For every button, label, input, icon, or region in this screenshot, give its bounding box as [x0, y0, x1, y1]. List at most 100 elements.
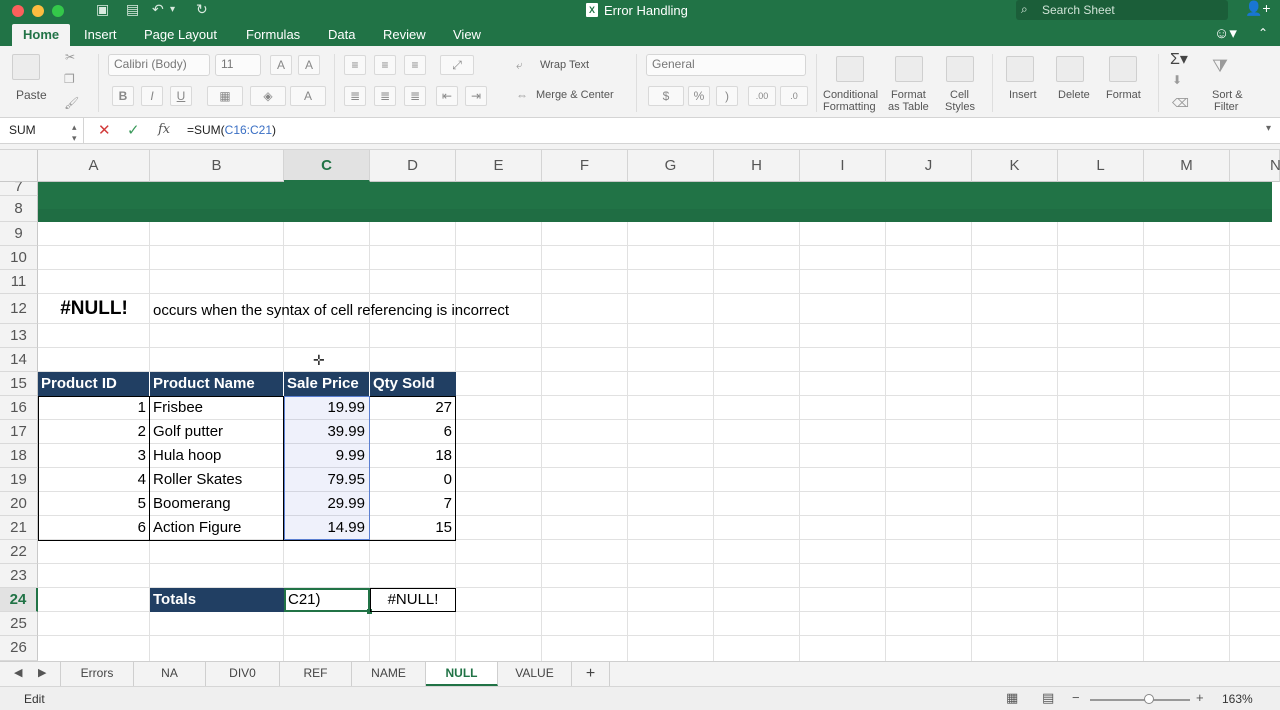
tab-view[interactable]: View: [453, 27, 481, 42]
cut-icon[interactable]: ✂: [65, 50, 75, 64]
column-header-f[interactable]: F: [542, 150, 628, 182]
table-cell[interactable]: 7: [370, 495, 452, 512]
row-header-26[interactable]: 26: [0, 636, 38, 661]
table-cell[interactable]: 27: [370, 399, 452, 416]
percent-button[interactable]: %: [688, 86, 710, 106]
sort-filter-label-1[interactable]: Sort &: [1212, 89, 1243, 101]
column-header-d[interactable]: D: [370, 150, 456, 182]
insert-cells-icon[interactable]: [1006, 56, 1034, 82]
null-error-description[interactable]: occurs when the syntax of cell referenci…: [153, 302, 509, 319]
table-cell[interactable]: 6: [370, 423, 452, 440]
select-all-corner[interactable]: [0, 150, 38, 182]
tab-home[interactable]: Home: [12, 24, 71, 46]
bold-button[interactable]: B: [112, 86, 134, 106]
zoom-in-icon[interactable]: +: [1196, 690, 1204, 705]
cell-styles-label-1[interactable]: Cell: [950, 89, 969, 101]
fill-color-icon[interactable]: ◈: [250, 86, 286, 106]
table-cell[interactable]: 14.99: [284, 519, 365, 536]
italic-button[interactable]: I: [141, 86, 163, 106]
column-header-m[interactable]: M: [1144, 150, 1230, 182]
table-cell[interactable]: 2: [38, 423, 146, 440]
table-cell[interactable]: 5: [38, 495, 146, 512]
cancel-edit-icon[interactable]: ✕: [98, 121, 111, 139]
share-icon[interactable]: 👤+: [1245, 0, 1271, 17]
table-cell[interactable]: 15: [370, 519, 452, 536]
underline-button[interactable]: U: [170, 86, 192, 106]
formula-input[interactable]: =SUM(C16:C21): [187, 123, 276, 137]
undo-icon[interactable]: ↶: [152, 1, 164, 18]
sheet-tab-value[interactable]: VALUE: [498, 662, 572, 686]
decrease-decimal-icon[interactable]: .0: [780, 86, 808, 106]
row-header-15[interactable]: 15: [0, 372, 38, 396]
feedback-smiley-icon[interactable]: ☺▾: [1214, 24, 1237, 42]
sheet-tab-null[interactable]: NULL: [426, 662, 498, 686]
row-header-17[interactable]: 17: [0, 420, 38, 444]
row-header-7[interactable]: 7: [0, 182, 38, 196]
table-cell[interactable]: 79.95: [284, 471, 365, 488]
row-header-25[interactable]: 25: [0, 612, 38, 636]
normal-view-icon[interactable]: ▦: [1006, 690, 1018, 706]
tab-formulas[interactable]: Formulas: [246, 27, 300, 42]
row-header-9[interactable]: 9: [0, 222, 38, 246]
minimize-window-button[interactable]: [32, 5, 44, 17]
wrap-text-icon[interactable]: ⤶: [516, 58, 523, 73]
table-cell[interactable]: 6: [38, 519, 146, 536]
table-cell[interactable]: Roller Skates: [153, 471, 242, 488]
sheet-tab-errors[interactable]: Errors: [60, 662, 134, 686]
row-header-21[interactable]: 21: [0, 516, 38, 540]
tab-insert[interactable]: Insert: [84, 27, 117, 42]
zoom-window-button[interactable]: [52, 5, 64, 17]
header-qty-sold[interactable]: Qty Sold: [370, 372, 456, 396]
sheet-tab-na[interactable]: NA: [134, 662, 206, 686]
undo-dropdown-icon[interactable]: ▾: [170, 4, 175, 15]
row-header-19[interactable]: 19: [0, 468, 38, 492]
clear-icon[interactable]: ⌫: [1172, 96, 1189, 110]
column-header-b[interactable]: B: [150, 150, 284, 182]
decrease-indent-icon[interactable]: ⇤: [436, 86, 458, 106]
orientation-icon[interactable]: ⤢: [440, 55, 474, 75]
header-product-id[interactable]: Product ID: [38, 372, 150, 396]
search-sheet-input[interactable]: Search Sheet: [1016, 0, 1228, 20]
sheet-tab-div0[interactable]: DIV0: [206, 662, 280, 686]
font-color-icon[interactable]: A: [290, 86, 326, 106]
conditional-formatting-label-1[interactable]: Conditional: [823, 89, 878, 101]
increase-font-icon[interactable]: A: [270, 55, 292, 75]
zoom-slider-thumb[interactable]: [1144, 694, 1154, 704]
font-size-select[interactable]: 11: [215, 54, 261, 76]
row-header-10[interactable]: 10: [0, 246, 38, 270]
column-header-i[interactable]: I: [800, 150, 886, 182]
decrease-font-icon[interactable]: A: [298, 55, 320, 75]
close-window-button[interactable]: [12, 5, 24, 17]
table-cell[interactable]: Action Figure: [153, 519, 241, 536]
table-cell[interactable]: Frisbee: [153, 399, 203, 416]
null-error-label[interactable]: #NULL!: [38, 298, 150, 320]
format-cells-button[interactable]: Format: [1106, 89, 1141, 101]
sidebar-icon[interactable]: ▣: [96, 1, 109, 18]
format-as-table-label-1[interactable]: Format: [891, 89, 926, 101]
expand-formula-bar-icon[interactable]: ▾: [1266, 123, 1271, 134]
row-header-20[interactable]: 20: [0, 492, 38, 516]
table-cell[interactable]: 19.99: [284, 399, 365, 416]
table-cell[interactable]: 4: [38, 471, 146, 488]
table-cell[interactable]: Hula hoop: [153, 447, 221, 464]
zoom-slider[interactable]: [1090, 699, 1190, 701]
tab-data[interactable]: Data: [328, 27, 355, 42]
scroll-tabs-right-icon[interactable]: ▶: [38, 666, 46, 679]
save-icon[interactable]: ▤: [126, 1, 139, 18]
header-product-name[interactable]: Product Name: [150, 372, 284, 396]
column-header-c[interactable]: C: [284, 150, 370, 182]
format-painter-icon[interactable]: 🖌: [64, 96, 79, 110]
zoom-out-icon[interactable]: −: [1072, 690, 1080, 705]
tab-page-layout[interactable]: Page Layout: [144, 27, 217, 42]
paste-icon[interactable]: [12, 54, 40, 80]
row-header-11[interactable]: 11: [0, 270, 38, 294]
row-header-16[interactable]: 16: [0, 396, 38, 420]
font-name-select[interactable]: Calibri (Body): [108, 54, 210, 76]
sort-filter-icon[interactable]: ⧩: [1212, 56, 1228, 77]
cell-styles-label-2[interactable]: Styles: [945, 101, 975, 113]
align-top-icon[interactable]: ≡: [344, 55, 366, 75]
align-right-icon[interactable]: ≣: [404, 86, 426, 106]
column-header-e[interactable]: E: [456, 150, 542, 182]
column-header-j[interactable]: J: [886, 150, 972, 182]
column-header-k[interactable]: K: [972, 150, 1058, 182]
